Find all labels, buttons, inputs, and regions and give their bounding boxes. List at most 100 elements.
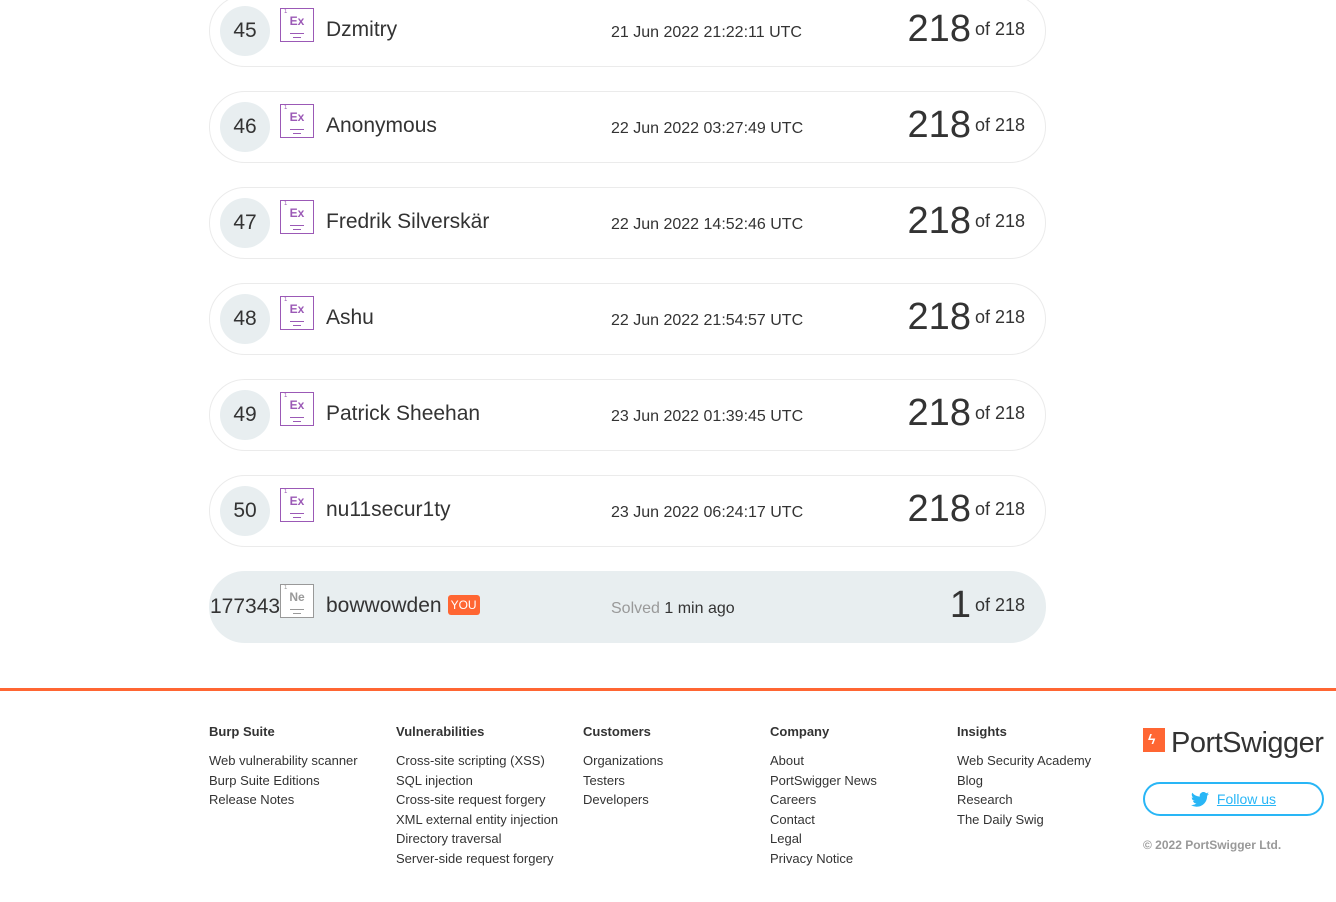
- leaderboard-row: 50 1 Ex nu11secur1ty 23 Jun 2022 06:24:17…: [209, 475, 1046, 547]
- score-total: of 218: [974, 115, 1025, 135]
- score-value: 218: [907, 104, 971, 146]
- footer-column-vulnerabilities: Vulnerabilities Cross-site scripting (XS…: [396, 724, 558, 869]
- footer-link[interactable]: Blog: [957, 771, 1091, 791]
- current-user-row: 177343 1 Ne bowwowden YOU Solved 1 min ago…: [209, 571, 1046, 643]
- score-total: of 218: [974, 211, 1025, 231]
- rank-number: 47: [220, 198, 270, 248]
- completion-date: 23 Jun 2022 06:24:17 UTC: [611, 504, 804, 521]
- score: 1 of 218: [950, 584, 1025, 627]
- completion-date: 22 Jun 2022 21:54:57 UTC: [611, 312, 804, 329]
- leaderboard-row: 47 1 Ex Fredrik Silverskär 22 Jun 2022 14…: [209, 187, 1046, 259]
- score-value: 218: [907, 392, 971, 434]
- level-badge-icon: 1 Ex: [280, 200, 314, 234]
- footer: Burp Suite Web vulnerability scanner Bur…: [0, 691, 1336, 902]
- score-total: of 218: [974, 19, 1025, 39]
- footer-link[interactable]: Directory traversal: [396, 829, 558, 849]
- leaderboard-row: 49 1 Ex Patrick Sheehan 23 Jun 2022 01:39…: [209, 379, 1046, 451]
- footer-link[interactable]: SQL injection: [396, 771, 558, 791]
- leaderboard-row: 46 1 Ex Anonymous 22 Jun 2022 03:27:49 UT…: [209, 91, 1046, 163]
- solved-time: Solved 1 min ago: [611, 600, 735, 618]
- rank-number: 48: [220, 294, 270, 344]
- level-badge-icon: 1 Ne: [280, 584, 314, 618]
- footer-link[interactable]: Cross-site request forgery: [396, 790, 558, 810]
- rank-number: 177343: [210, 595, 281, 618]
- user-name: bowwowden YOU: [326, 594, 480, 618]
- completion-date: 21 Jun 2022 21:22:11 UTC: [611, 24, 802, 41]
- footer-column-burp-suite: Burp Suite Web vulnerability scanner Bur…: [209, 724, 358, 810]
- score: 218 of 218: [908, 8, 1025, 51]
- footer-link[interactable]: Developers: [583, 790, 663, 810]
- copyright: © 2022 PortSwigger Ltd.: [1143, 838, 1282, 852]
- footer-heading: Company: [770, 724, 830, 739]
- footer-column-customers: Customers Organizations Testers Develope…: [583, 724, 663, 810]
- score-value: 218: [907, 488, 971, 530]
- footer-link[interactable]: Burp Suite Editions: [209, 771, 358, 791]
- score: 218 of 218: [908, 296, 1025, 339]
- footer-link[interactable]: Web vulnerability scanner: [209, 751, 358, 771]
- score-value: 218: [907, 8, 971, 50]
- footer-link[interactable]: Server-side request forgery: [396, 849, 558, 869]
- solved-label: Solved: [611, 600, 660, 617]
- completion-date: 23 Jun 2022 01:39:45 UTC: [611, 408, 804, 425]
- completion-date: 22 Jun 2022 14:52:46 UTC: [611, 216, 804, 233]
- score-total: of 218: [974, 307, 1025, 327]
- footer-link[interactable]: Release Notes: [209, 790, 358, 810]
- footer-heading: Vulnerabilities: [396, 724, 485, 739]
- level-badge-icon: 1 Ex: [280, 296, 314, 330]
- footer-link[interactable]: Research: [957, 790, 1091, 810]
- score: 218 of 218: [908, 392, 1025, 435]
- score: 218 of 218: [908, 200, 1025, 243]
- score: 218 of 218: [908, 104, 1025, 147]
- completion-date: 22 Jun 2022 03:27:49 UTC: [611, 120, 804, 137]
- score-value: 218: [907, 296, 971, 338]
- leaderboard-row: 48 1 Ex Ashu 22 Jun 2022 21:54:57 UTC 218…: [209, 283, 1046, 355]
- footer-link[interactable]: Cross-site scripting (XSS): [396, 751, 558, 771]
- score: 218 of 218: [908, 488, 1025, 531]
- score-value: 1: [949, 584, 971, 626]
- user-name: Patrick Sheehan: [326, 402, 481, 425]
- leaderboard-row: 45 1 Ex Dzmitry 21 Jun 2022 21:22:11 UTC …: [209, 0, 1046, 67]
- footer-column-company: Company About PortSwigger News Careers C…: [770, 724, 877, 869]
- footer-column-insights: Insights Web Security Academy Blog Resea…: [957, 724, 1091, 829]
- follow-us-label: Follow us: [1216, 791, 1277, 807]
- level-badge-icon: 1 Ex: [280, 104, 314, 138]
- user-name: nu11secur1ty: [326, 498, 451, 521]
- you-badge: YOU: [447, 595, 480, 615]
- level-badge-icon: 1 Ex: [280, 392, 314, 426]
- user-name: Fredrik Silverskär: [326, 210, 490, 233]
- rank-number: 45: [220, 6, 270, 56]
- footer-link[interactable]: Careers: [770, 790, 877, 810]
- footer-heading: Customers: [583, 724, 651, 739]
- solved-time-value: 1 min ago: [664, 600, 735, 617]
- footer-link[interactable]: Testers: [583, 771, 663, 791]
- leaderboard: 45 1 Ex Dzmitry 21 Jun 2022 21:22:11 UTC …: [209, 0, 1046, 667]
- footer-link[interactable]: About: [770, 751, 877, 771]
- footer-link[interactable]: XML external entity injection: [396, 810, 558, 830]
- score-total: of 218: [974, 403, 1025, 423]
- footer-heading: Insights: [957, 724, 1007, 739]
- score-total: of 218: [974, 595, 1025, 615]
- level-badge-icon: 1 Ex: [280, 488, 314, 522]
- score-total: of 218: [974, 499, 1025, 519]
- portswigger-logo-icon: ϟ: [1143, 728, 1165, 752]
- logo-text: PortSwigger: [1171, 727, 1324, 759]
- footer-link[interactable]: The Daily Swig: [957, 810, 1091, 830]
- user-name: Anonymous: [326, 114, 437, 137]
- footer-link[interactable]: Organizations: [583, 751, 663, 771]
- footer-link[interactable]: Legal: [770, 829, 877, 849]
- footer-link[interactable]: PortSwigger News: [770, 771, 877, 791]
- user-name-text: bowwowden: [326, 594, 442, 617]
- user-name: Ashu: [326, 306, 374, 329]
- portswigger-logo[interactable]: ϟ PortSwigger: [1143, 727, 1324, 759]
- score-value: 218: [907, 200, 971, 242]
- footer-link[interactable]: Web Security Academy: [957, 751, 1091, 771]
- rank-number: 46: [220, 102, 270, 152]
- footer-link[interactable]: Privacy Notice: [770, 849, 877, 869]
- footer-heading: Burp Suite: [209, 724, 275, 739]
- footer-link[interactable]: Contact: [770, 810, 877, 830]
- rank-number: 50: [220, 486, 270, 536]
- rank-number: 49: [220, 390, 270, 440]
- follow-us-button[interactable]: Follow us: [1143, 782, 1324, 816]
- twitter-icon: [1190, 791, 1209, 807]
- user-name: Dzmitry: [326, 18, 398, 41]
